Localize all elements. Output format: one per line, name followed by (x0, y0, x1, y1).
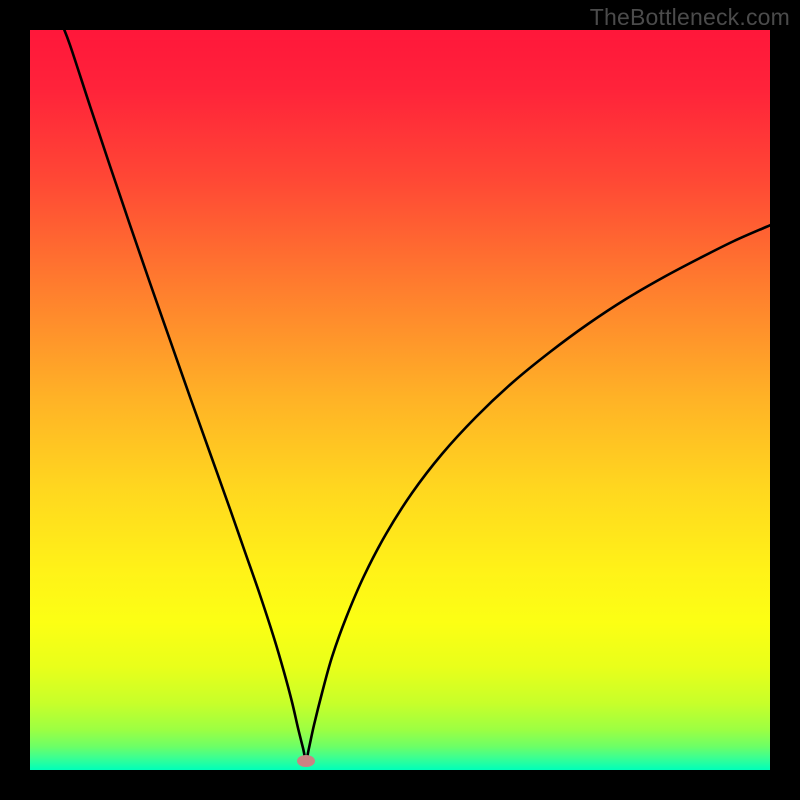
gradient-background (30, 30, 770, 770)
plot-area (30, 30, 770, 770)
bottleneck-curve-chart (30, 30, 770, 770)
optimum-marker (297, 755, 315, 767)
watermark-text: TheBottleneck.com (590, 4, 790, 31)
